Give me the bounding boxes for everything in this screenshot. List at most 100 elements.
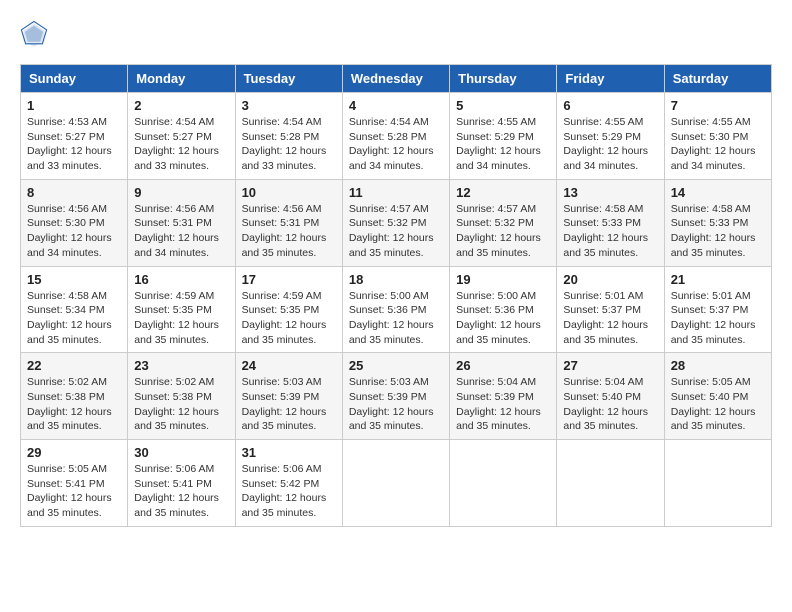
day-info: Sunrise: 4:56 AMSunset: 5:30 PMDaylight:… [27, 202, 121, 261]
day-number: 30 [134, 445, 228, 460]
day-info: Sunrise: 4:56 AMSunset: 5:31 PMDaylight:… [242, 202, 336, 261]
calendar-cell: 28 Sunrise: 5:05 AMSunset: 5:40 PMDayligh… [664, 353, 771, 440]
calendar-week-2: 8 Sunrise: 4:56 AMSunset: 5:30 PMDaylight… [21, 179, 772, 266]
calendar-table: SundayMondayTuesdayWednesdayThursdayFrid… [20, 64, 772, 527]
calendar-cell: 31 Sunrise: 5:06 AMSunset: 5:42 PMDayligh… [235, 440, 342, 527]
day-info: Sunrise: 5:01 AMSunset: 5:37 PMDaylight:… [671, 289, 765, 348]
day-number: 29 [27, 445, 121, 460]
calendar-cell: 16 Sunrise: 4:59 AMSunset: 5:35 PMDayligh… [128, 266, 235, 353]
calendar-header: SundayMondayTuesdayWednesdayThursdayFrid… [21, 65, 772, 93]
calendar-cell: 3 Sunrise: 4:54 AMSunset: 5:28 PMDaylight… [235, 93, 342, 180]
day-number: 31 [242, 445, 336, 460]
day-info: Sunrise: 4:58 AMSunset: 5:33 PMDaylight:… [671, 202, 765, 261]
day-info: Sunrise: 5:00 AMSunset: 5:36 PMDaylight:… [349, 289, 443, 348]
header [20, 20, 772, 48]
day-info: Sunrise: 4:54 AMSunset: 5:27 PMDaylight:… [134, 115, 228, 174]
day-number: 4 [349, 98, 443, 113]
day-number: 28 [671, 358, 765, 373]
day-number: 18 [349, 272, 443, 287]
day-info: Sunrise: 5:02 AMSunset: 5:38 PMDaylight:… [134, 375, 228, 434]
day-info: Sunrise: 5:05 AMSunset: 5:40 PMDaylight:… [671, 375, 765, 434]
day-info: Sunrise: 4:56 AMSunset: 5:31 PMDaylight:… [134, 202, 228, 261]
day-number: 15 [27, 272, 121, 287]
calendar-cell: 30 Sunrise: 5:06 AMSunset: 5:41 PMDayligh… [128, 440, 235, 527]
calendar-week-1: 1Sunrise: 4:53 AMSunset: 5:27 PMDaylight… [21, 93, 772, 180]
day-info: Sunrise: 4:57 AMSunset: 5:32 PMDaylight:… [456, 202, 550, 261]
calendar-body: 1Sunrise: 4:53 AMSunset: 5:27 PMDaylight… [21, 93, 772, 527]
calendar-cell: 13 Sunrise: 4:58 AMSunset: 5:33 PMDayligh… [557, 179, 664, 266]
day-info: Sunrise: 4:59 AMSunset: 5:35 PMDaylight:… [242, 289, 336, 348]
calendar-cell: 17 Sunrise: 4:59 AMSunset: 5:35 PMDayligh… [235, 266, 342, 353]
day-number: 11 [349, 185, 443, 200]
calendar-cell: 15Sunrise: 4:58 AMSunset: 5:34 PMDayligh… [21, 266, 128, 353]
header-day-thursday: Thursday [450, 65, 557, 93]
calendar-cell: 26Sunrise: 5:04 AMSunset: 5:39 PMDayligh… [450, 353, 557, 440]
day-info: Sunrise: 5:03 AMSunset: 5:39 PMDaylight:… [349, 375, 443, 434]
day-info: Sunrise: 5:05 AMSunset: 5:41 PMDaylight:… [27, 462, 121, 521]
calendar-cell [450, 440, 557, 527]
day-number: 9 [134, 185, 228, 200]
day-info: Sunrise: 4:54 AMSunset: 5:28 PMDaylight:… [349, 115, 443, 174]
day-number: 17 [242, 272, 336, 287]
calendar-cell: 27 Sunrise: 5:04 AMSunset: 5:40 PMDayligh… [557, 353, 664, 440]
calendar-week-3: 15Sunrise: 4:58 AMSunset: 5:34 PMDayligh… [21, 266, 772, 353]
header-day-tuesday: Tuesday [235, 65, 342, 93]
header-day-sunday: Sunday [21, 65, 128, 93]
day-info: Sunrise: 4:58 AMSunset: 5:33 PMDaylight:… [563, 202, 657, 261]
day-number: 13 [563, 185, 657, 200]
day-info: Sunrise: 4:55 AMSunset: 5:29 PMDaylight:… [456, 115, 550, 174]
day-number: 25 [349, 358, 443, 373]
calendar-cell: 22Sunrise: 5:02 AMSunset: 5:38 PMDayligh… [21, 353, 128, 440]
day-info: Sunrise: 5:06 AMSunset: 5:41 PMDaylight:… [134, 462, 228, 521]
day-number: 14 [671, 185, 765, 200]
day-number: 23 [134, 358, 228, 373]
day-number: 26 [456, 358, 550, 373]
day-info: Sunrise: 5:04 AMSunset: 5:40 PMDaylight:… [563, 375, 657, 434]
day-number: 8 [27, 185, 121, 200]
header-day-monday: Monday [128, 65, 235, 93]
day-number: 21 [671, 272, 765, 287]
day-number: 16 [134, 272, 228, 287]
day-number: 6 [563, 98, 657, 113]
calendar-cell: 21 Sunrise: 5:01 AMSunset: 5:37 PMDayligh… [664, 266, 771, 353]
calendar-cell [664, 440, 771, 527]
day-info: Sunrise: 5:06 AMSunset: 5:42 PMDaylight:… [242, 462, 336, 521]
day-info: Sunrise: 4:59 AMSunset: 5:35 PMDaylight:… [134, 289, 228, 348]
calendar-cell: 25 Sunrise: 5:03 AMSunset: 5:39 PMDayligh… [342, 353, 449, 440]
day-number: 22 [27, 358, 121, 373]
day-info: Sunrise: 5:01 AMSunset: 5:37 PMDaylight:… [563, 289, 657, 348]
day-number: 5 [456, 98, 550, 113]
calendar-cell: 19 Sunrise: 5:00 AMSunset: 5:36 PMDayligh… [450, 266, 557, 353]
logo [20, 20, 52, 48]
day-number: 12 [456, 185, 550, 200]
day-number: 2 [134, 98, 228, 113]
day-info: Sunrise: 5:00 AMSunset: 5:36 PMDaylight:… [456, 289, 550, 348]
day-number: 7 [671, 98, 765, 113]
day-info: Sunrise: 4:54 AMSunset: 5:28 PMDaylight:… [242, 115, 336, 174]
day-number: 3 [242, 98, 336, 113]
calendar-cell: 2 Sunrise: 4:54 AMSunset: 5:27 PMDaylight… [128, 93, 235, 180]
calendar-cell: 9 Sunrise: 4:56 AMSunset: 5:31 PMDaylight… [128, 179, 235, 266]
calendar-cell: 11Sunrise: 4:57 AMSunset: 5:32 PMDayligh… [342, 179, 449, 266]
calendar-cell: 12 Sunrise: 4:57 AMSunset: 5:32 PMDayligh… [450, 179, 557, 266]
calendar-cell [342, 440, 449, 527]
day-number: 24 [242, 358, 336, 373]
header-row: SundayMondayTuesdayWednesdayThursdayFrid… [21, 65, 772, 93]
calendar-cell: 23 Sunrise: 5:02 AMSunset: 5:38 PMDayligh… [128, 353, 235, 440]
calendar-cell: 18 Sunrise: 5:00 AMSunset: 5:36 PMDayligh… [342, 266, 449, 353]
day-number: 10 [242, 185, 336, 200]
calendar-cell: 1Sunrise: 4:53 AMSunset: 5:27 PMDaylight… [21, 93, 128, 180]
day-number: 1 [27, 98, 121, 113]
calendar-week-5: 29 Sunrise: 5:05 AMSunset: 5:41 PMDayligh… [21, 440, 772, 527]
calendar-cell: 29 Sunrise: 5:05 AMSunset: 5:41 PMDayligh… [21, 440, 128, 527]
header-day-wednesday: Wednesday [342, 65, 449, 93]
header-day-friday: Friday [557, 65, 664, 93]
day-number: 19 [456, 272, 550, 287]
day-number: 20 [563, 272, 657, 287]
header-day-saturday: Saturday [664, 65, 771, 93]
calendar-cell [557, 440, 664, 527]
logo-icon [20, 20, 48, 48]
day-number: 27 [563, 358, 657, 373]
day-info: Sunrise: 4:55 AMSunset: 5:29 PMDaylight:… [563, 115, 657, 174]
calendar-cell: 20 Sunrise: 5:01 AMSunset: 5:37 PMDayligh… [557, 266, 664, 353]
